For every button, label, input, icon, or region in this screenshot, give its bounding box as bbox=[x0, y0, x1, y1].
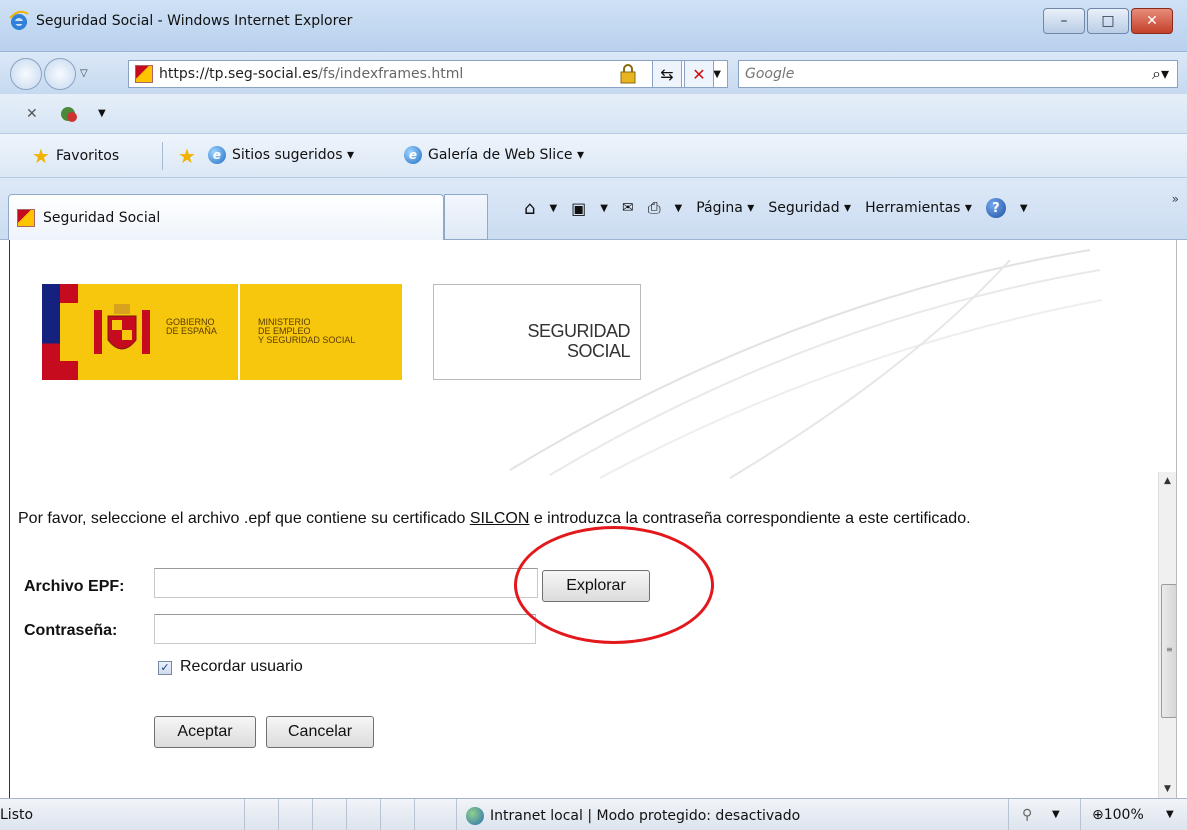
print-icon[interactable]: ⎙ bbox=[648, 198, 661, 218]
more-commands-icon[interactable]: » bbox=[1172, 192, 1179, 206]
epf-file-label: Archivo EPF: bbox=[24, 578, 125, 595]
home-dropdown-icon[interactable]: ▼ bbox=[549, 203, 557, 214]
address-bar: ▽ https://tp.seg-social.es/fs/indexframe… bbox=[0, 52, 1187, 94]
suggested-sites-link[interactable]: e Sitios sugeridos ▾ bbox=[208, 146, 354, 164]
password-label: Contraseña: bbox=[24, 622, 118, 639]
new-tab-button[interactable] bbox=[444, 194, 488, 240]
spanish-flag-stripe bbox=[42, 284, 78, 380]
coat-of-arms-icon bbox=[94, 304, 150, 354]
minimize-button[interactable]: – bbox=[1043, 8, 1085, 34]
ministerio-line3: Y SEGURIDAD SOCIAL bbox=[258, 335, 356, 345]
url-field[interactable]: https://tp.seg-social.es/fs/indexframes.… bbox=[128, 60, 728, 88]
help-dropdown-icon[interactable]: ▼ bbox=[1020, 203, 1028, 214]
scrollbar-thumb[interactable]: ≡ bbox=[1161, 584, 1176, 718]
remember-user-checkbox[interactable]: ✓ bbox=[158, 661, 172, 675]
annotation-circle bbox=[514, 526, 714, 644]
silcon-link: SILCON bbox=[469, 510, 530, 527]
status-text: Listo bbox=[0, 807, 34, 823]
toolbar-row: ✕ ▼ bbox=[0, 94, 1187, 134]
ie-page-icon: e bbox=[404, 146, 422, 164]
ss-logo-line2: SOCIAL bbox=[566, 341, 631, 361]
forward-button[interactable] bbox=[44, 58, 76, 90]
tab-row: Seguridad Social ⌂ ▼ ▣ ▼ ✉ ⎙ ▼ Página ▾ Seg… bbox=[0, 178, 1187, 240]
status-bar: Listo Intranet local | Modo protegido: d… bbox=[0, 798, 1187, 830]
search-box[interactable]: ⌕▾ bbox=[738, 60, 1178, 88]
cancel-button[interactable]: Cancelar bbox=[266, 716, 374, 748]
password-input[interactable] bbox=[154, 614, 536, 644]
tools-gear-icon[interactable] bbox=[58, 104, 80, 124]
search-input[interactable] bbox=[745, 66, 1105, 82]
page-content: GOBIERNO DE ESPAÑA MINISTERIO DE EMPLEO … bbox=[9, 240, 1177, 798]
home-icon[interactable]: ⌂ bbox=[524, 198, 535, 219]
tools-menu[interactable]: Herramientas ▾ bbox=[865, 200, 972, 216]
remember-user-label: Recordar usuario bbox=[180, 658, 303, 675]
instructions-text: Por favor, seleccione el archivo .epf qu… bbox=[18, 510, 971, 527]
close-button[interactable]: ✕ bbox=[1131, 8, 1173, 34]
tab-seguridad-social[interactable]: Seguridad Social bbox=[8, 194, 444, 240]
maximize-button[interactable]: □ bbox=[1087, 8, 1129, 34]
site-favicon-icon bbox=[17, 208, 35, 227]
stop-icon[interactable]: ✕ bbox=[684, 60, 714, 88]
scroll-down-icon[interactable]: ▼ bbox=[1164, 784, 1171, 794]
add-favorite-button[interactable]: ★ bbox=[178, 146, 196, 166]
intranet-globe-icon bbox=[466, 807, 484, 825]
history-dropdown-icon[interactable]: ▽ bbox=[80, 68, 88, 79]
favorites-star-icon: ★ bbox=[32, 144, 50, 168]
url-path: /fs/indexframes.html bbox=[318, 66, 464, 82]
site-favicon-icon bbox=[135, 65, 153, 83]
scroll-up-icon[interactable]: ▲ bbox=[1164, 476, 1171, 486]
seguridad-social-logo: SEGURIDAD SOCIAL bbox=[433, 284, 641, 380]
window-controls: – □ ✕ bbox=[1043, 8, 1173, 34]
vertical-scrollbar[interactable]: ▲ ≡ ▼ bbox=[1158, 472, 1176, 798]
favorites-bar: ★ Favoritos ★ e Sitios sugeridos ▾ e Gal… bbox=[0, 134, 1187, 178]
padlock-icon[interactable] bbox=[620, 64, 636, 84]
gobierno-line2: DE ESPAÑA bbox=[166, 326, 217, 336]
mail-icon[interactable]: ✉ bbox=[622, 200, 634, 216]
title-bar: Seguridad Social - Windows Internet Expl… bbox=[0, 0, 1187, 52]
zoom-level[interactable]: ⊕100% bbox=[1092, 807, 1144, 823]
help-icon[interactable]: ? bbox=[985, 198, 1006, 218]
window-title: Seguridad Social - Windows Internet Expl… bbox=[36, 13, 353, 29]
grip-icon: ≡ bbox=[1166, 645, 1173, 654]
ie-page-icon: e bbox=[208, 146, 226, 164]
add-favorite-icon: ★ bbox=[178, 144, 196, 168]
tools-dropdown-icon[interactable]: ▼ bbox=[98, 108, 106, 119]
close-toolbar-icon[interactable]: ✕ bbox=[26, 106, 38, 122]
protected-mode-icon[interactable]: ⚲ bbox=[1022, 807, 1032, 823]
security-menu[interactable]: Seguridad ▾ bbox=[768, 200, 851, 216]
internet-explorer-icon bbox=[9, 10, 29, 30]
zoom-dropdown-icon[interactable]: ▼ bbox=[1166, 809, 1174, 820]
page-menu[interactable]: Página ▾ bbox=[696, 200, 754, 216]
protected-mode-dropdown-icon[interactable]: ▼ bbox=[1052, 809, 1060, 820]
url-host: https://tp.seg-social.es bbox=[159, 66, 319, 82]
back-button[interactable] bbox=[10, 58, 42, 90]
gobierno-espana-logo: GOBIERNO DE ESPAÑA MINISTERIO DE EMPLEO … bbox=[42, 284, 402, 380]
command-bar: ⌂ ▼ ▣ ▼ ✉ ⎙ ▼ Página ▾ Seguridad ▾ Herramie… bbox=[524, 194, 1028, 222]
favorites-button[interactable]: ★ Favoritos bbox=[32, 146, 119, 166]
compatibility-view-icon[interactable]: ⇆ bbox=[652, 60, 682, 88]
url-dropdown-icon[interactable]: ▼ bbox=[713, 69, 721, 80]
print-dropdown-icon[interactable]: ▼ bbox=[675, 203, 683, 214]
search-icon[interactable]: ⌕▾ bbox=[1152, 64, 1169, 84]
web-slice-gallery-link[interactable]: e Galería de Web Slice ▾ bbox=[404, 146, 584, 164]
feeds-icon[interactable]: ▣ bbox=[571, 199, 586, 218]
ss-logo-line1: SEGURIDAD bbox=[527, 321, 630, 341]
epf-file-input[interactable] bbox=[154, 568, 538, 598]
security-zone[interactable]: Intranet local | Modo protegido: desacti… bbox=[466, 807, 800, 825]
feeds-dropdown-icon[interactable]: ▼ bbox=[600, 203, 608, 214]
accept-button[interactable]: Aceptar bbox=[154, 716, 256, 748]
